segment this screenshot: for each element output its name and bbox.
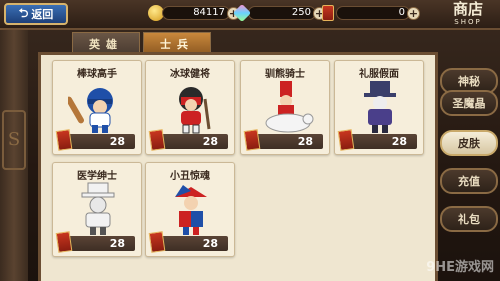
ticket-icon [148, 129, 166, 151]
gem-value: 250 [248, 6, 316, 20]
side-tab-gift-pack[interactable]: 礼包 [440, 206, 498, 232]
side-tab-label: 礼包 [458, 213, 480, 226]
side-tab-recharge[interactable]: 充值 [440, 168, 498, 194]
ticket-icon [322, 5, 334, 21]
back-label: 返回 [31, 8, 54, 21]
item-name: 礼服假面 [359, 69, 399, 80]
baseball-player-icon [68, 88, 113, 133]
item-price: 28 [109, 237, 125, 250]
item-price: 28 [391, 135, 407, 148]
item-price: 28 [202, 135, 218, 148]
price-bar: 28 [55, 231, 135, 253]
tab-soldiers[interactable]: 士兵 [143, 32, 211, 54]
ticket-counter: 0 + [322, 4, 420, 22]
gem-counter: 250 + [232, 3, 326, 23]
side-tab-label: 圣魔晶 [452, 97, 486, 110]
bear-rider-icon [265, 81, 314, 133]
item-price: 28 [202, 237, 218, 250]
side-tab-holy-crystal[interactable]: 圣魔晶 [440, 90, 498, 116]
tab-heroes[interactable]: 英雄 [72, 32, 140, 54]
side-tab-skins[interactable]: 皮肤 [440, 130, 498, 156]
ticket-icon [148, 231, 166, 253]
gem-icon [232, 3, 252, 23]
medical-gentleman-icon [81, 182, 115, 235]
ticket-icon [55, 231, 73, 253]
back-button[interactable]: ⮌ 返回 [4, 3, 68, 25]
clown-icon [175, 185, 207, 235]
item-price: 28 [109, 135, 125, 148]
back-arrow-icon: ⮌ [18, 5, 29, 20]
ticket-icon [55, 129, 73, 151]
price-bar: 28 [148, 129, 228, 151]
item-name: 小丑惊魂 [170, 171, 210, 182]
shop-title-text: 商店 [452, 0, 483, 18]
item-name: 冰球健将 [170, 69, 210, 80]
top-bar: ⮌ 返回 84117 + 250 + 0 + 商店 SHOP [0, 0, 500, 30]
item-name: 医学绅士 [77, 171, 117, 182]
price-bar: 28 [55, 129, 135, 151]
pillar-ornament-icon: S [2, 110, 26, 170]
ticket-icon [243, 129, 261, 151]
watermark: 9HE游戏网 [426, 260, 494, 275]
item-card[interactable]: 驯熊骑士 28 [240, 60, 330, 155]
item-name: 驯熊骑士 [265, 69, 305, 80]
shop-subtitle-text: SHOP [454, 18, 482, 26]
add-ticket-button[interactable]: + [407, 6, 420, 20]
price-bar: 28 [243, 129, 323, 151]
price-bar: 28 [148, 231, 228, 253]
shop-title: 商店 SHOP [442, 0, 494, 30]
item-card[interactable]: 礼服假面 28 [334, 60, 424, 155]
item-card[interactable]: 冰球健将 28 [145, 60, 235, 155]
item-price: 28 [297, 135, 313, 148]
masked-gentleman-icon [364, 81, 396, 133]
item-card[interactable]: 医学绅士 28 [52, 162, 142, 257]
tab-heroes-label: 英雄 [89, 37, 123, 51]
tab-soldiers-label: 士兵 [160, 37, 194, 51]
gold-counter: 84117 + [148, 4, 240, 22]
hockey-player-icon [179, 87, 211, 134]
item-name: 棒球高手 [77, 69, 117, 80]
ticket-value: 0 [336, 6, 410, 20]
item-card[interactable]: 小丑惊魂 28 [145, 162, 235, 257]
price-bar: 28 [337, 129, 417, 151]
side-tab-label: 皮肤 [458, 137, 480, 150]
gold-value: 84117 [162, 6, 230, 20]
side-tab-label: 充值 [458, 175, 480, 188]
side-tab-label: 神秘 [458, 75, 480, 88]
left-pillar: S [0, 30, 28, 281]
item-card[interactable]: 棒球高手 28 [52, 60, 142, 155]
ticket-icon [337, 129, 355, 151]
